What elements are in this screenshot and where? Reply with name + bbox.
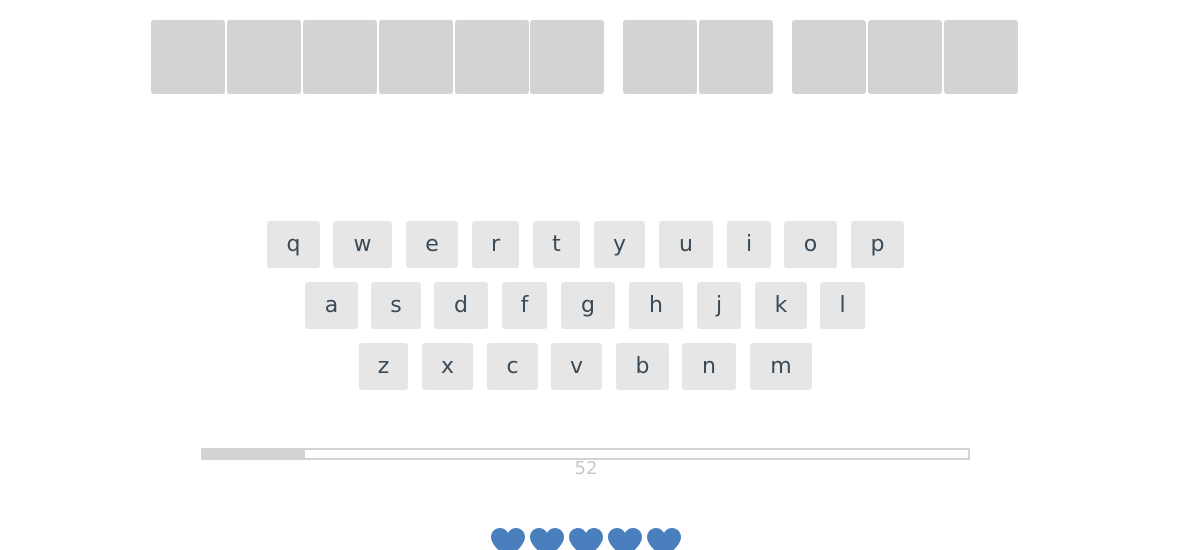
key-a[interactable]: a (305, 282, 358, 329)
key-h[interactable]: h (629, 282, 683, 329)
key-b[interactable]: b (616, 343, 669, 390)
key-v[interactable]: v (551, 343, 602, 390)
key-z[interactable]: z (359, 343, 408, 390)
letter-tile (455, 20, 529, 94)
key-f[interactable]: f (502, 282, 547, 329)
key-t[interactable]: t (533, 221, 580, 268)
key-r[interactable]: r (472, 221, 519, 268)
word-tiles (0, 20, 1200, 94)
letter-tile (151, 20, 225, 94)
key-x[interactable]: x (422, 343, 473, 390)
letter-tile (699, 20, 773, 94)
heart-icon (608, 528, 642, 550)
key-q[interactable]: q (267, 221, 320, 268)
letter-tile (868, 20, 942, 94)
heart-icon (647, 528, 681, 550)
timer-value: 52 (574, 458, 598, 479)
key-l[interactable]: l (820, 282, 865, 329)
letter-tile (623, 20, 697, 94)
letter-tile (227, 20, 301, 94)
key-j[interactable]: j (697, 282, 741, 329)
key-d[interactable]: d (434, 282, 488, 329)
key-y[interactable]: y (594, 221, 645, 268)
heart-icon (530, 528, 564, 550)
key-m[interactable]: m (750, 343, 812, 390)
letter-tile (792, 20, 866, 94)
key-i[interactable]: i (727, 221, 771, 268)
lives (491, 528, 691, 550)
game-board: q w e r t y u i o p a s d f g h j k l z … (0, 0, 1200, 550)
timer-bar-fill (203, 450, 305, 458)
key-u[interactable]: u (659, 221, 713, 268)
key-e[interactable]: e (406, 221, 458, 268)
key-k[interactable]: k (755, 282, 807, 329)
key-s[interactable]: s (371, 282, 421, 329)
key-o[interactable]: o (784, 221, 837, 268)
key-c[interactable]: c (487, 343, 538, 390)
key-p[interactable]: p (851, 221, 904, 268)
letter-tile (530, 20, 604, 94)
letter-tile (379, 20, 453, 94)
letter-tile (944, 20, 1018, 94)
key-g[interactable]: g (561, 282, 615, 329)
key-w[interactable]: w (333, 221, 392, 268)
letter-tile (303, 20, 377, 94)
heart-icon (569, 528, 603, 550)
heart-icon (491, 528, 525, 550)
key-n[interactable]: n (682, 343, 736, 390)
